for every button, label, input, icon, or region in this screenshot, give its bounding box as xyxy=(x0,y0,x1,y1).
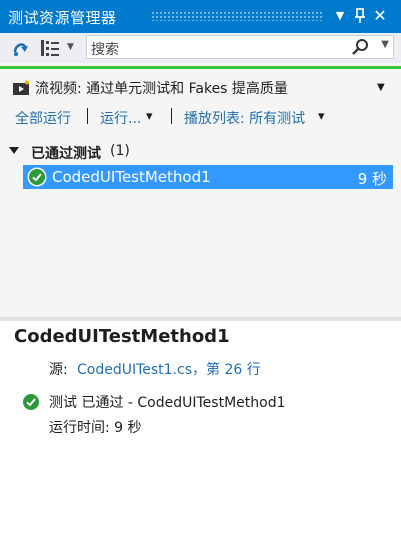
title-bar: 测试资源管理器 ▼ ✕ xyxy=(0,0,401,33)
playlist-dropdown-icon[interactable]: ▾ xyxy=(318,109,325,124)
run-all-link[interactable]: 全部运行 xyxy=(15,108,71,128)
source-label: 源: xyxy=(49,362,68,378)
test-status-text: 测试 已通过 - CodedUITestMethod1 xyxy=(49,395,286,411)
window-menu-dropdown-icon[interactable]: ▼ xyxy=(331,6,349,26)
group-label: 已通过测试 xyxy=(31,146,101,162)
group-by-icon[interactable] xyxy=(38,37,64,59)
test-duration: 9 秒 xyxy=(357,170,387,188)
search-input[interactable]: 搜索 xyxy=(91,39,119,59)
run-progress-bar xyxy=(0,66,401,69)
promo-dropdown-icon[interactable]: ▼ xyxy=(377,82,385,93)
group-count: (1) xyxy=(110,143,130,159)
detail-title: CodedUITestMethod1 xyxy=(14,326,230,347)
run-selected-icon[interactable] xyxy=(10,37,32,59)
group-by-dropdown-icon[interactable]: ▼ xyxy=(67,42,74,52)
group-header-passed[interactable]: 已通过测试 (1) xyxy=(0,142,401,164)
search-box[interactable]: 搜索 ▼ xyxy=(86,35,394,59)
expand-triangle-icon[interactable] xyxy=(9,147,19,154)
playlist-link[interactable]: 播放列表: 所有测试 xyxy=(184,108,305,128)
separator xyxy=(87,108,88,124)
test-row[interactable]: CodedUITestMethod1 9 秒 xyxy=(23,165,393,189)
test-name: CodedUITestMethod1 xyxy=(52,168,211,186)
separator xyxy=(171,108,172,124)
source-link[interactable]: CodedUITest1.cs，第 26 行 xyxy=(77,359,261,379)
window-title: 测试资源管理器 xyxy=(8,9,117,27)
run-dropdown-icon[interactable]: ▾ xyxy=(146,109,153,124)
runtime-text: 运行时间: 9 秒 xyxy=(49,420,142,436)
close-icon[interactable]: ✕ xyxy=(371,6,389,26)
search-icon[interactable] xyxy=(351,38,371,56)
video-icon xyxy=(12,80,30,96)
title-grip[interactable] xyxy=(151,11,324,21)
passed-check-icon xyxy=(29,169,45,185)
run-link[interactable]: 运行... xyxy=(100,108,141,128)
pin-icon[interactable] xyxy=(351,6,369,26)
search-options-dropdown-icon[interactable]: ▼ xyxy=(381,39,389,50)
passed-check-icon xyxy=(23,394,39,410)
promo-video-link[interactable]: 流视频: 通过单元测试和 Fakes 提高质量 xyxy=(35,78,288,98)
